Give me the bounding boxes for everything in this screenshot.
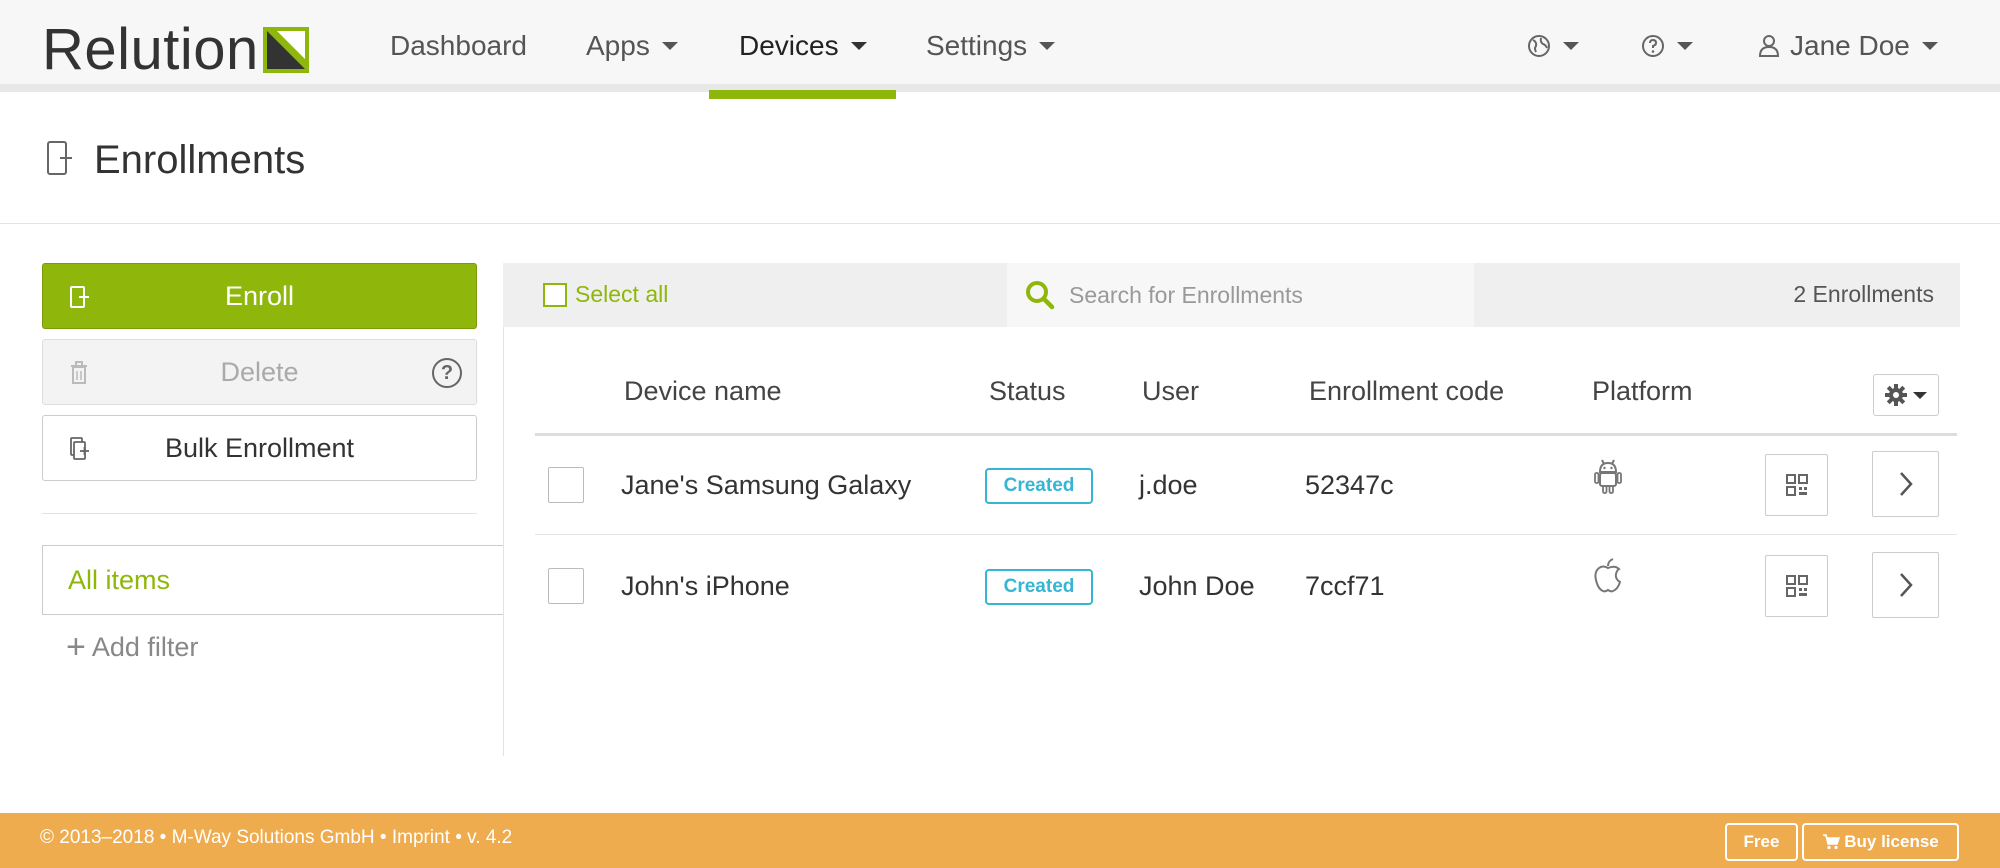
chevron-right-icon: [1899, 472, 1913, 496]
top-navbar: Relution Dashboard Apps Devices Settings: [0, 0, 2000, 92]
chevron-down-icon: [1677, 42, 1693, 50]
user-name: Jane Doe: [1790, 30, 1910, 61]
delete-button[interactable]: Delete ?: [42, 339, 477, 405]
nav-apps[interactable]: Apps: [586, 0, 678, 92]
buy-license-button[interactable]: Buy license: [1802, 823, 1959, 861]
filter-all-items-label: All items: [68, 564, 171, 595]
help-menu[interactable]: [1641, 0, 1693, 92]
enrollment-count: 2 Enrollments: [1793, 281, 1934, 307]
nav-dashboard[interactable]: Dashboard: [390, 0, 527, 92]
chevron-right-icon: [1899, 573, 1913, 597]
free-license-button[interactable]: Free: [1725, 823, 1798, 861]
footer: © 2013–2018 • M-Way Solutions GmbH • Imp…: [0, 813, 2000, 868]
add-filter-label: Add filter: [91, 631, 199, 662]
logo-text: Relution: [42, 17, 259, 82]
user-icon: [1758, 35, 1780, 57]
add-filter-button[interactable]: + Add filter: [66, 630, 198, 664]
globe-icon: [1528, 35, 1550, 57]
column-enrollment-code[interactable]: Enrollment code: [1309, 376, 1504, 407]
list-toolbar: Select all 2 Enrollments: [503, 263, 1960, 327]
apple-icon: [1594, 558, 1622, 593]
row-checkbox[interactable]: [548, 467, 584, 503]
enrollment-icon: [70, 286, 89, 308]
qr-code-icon: [1785, 575, 1808, 597]
enroll-label: Enroll: [224, 280, 295, 311]
row-divider: [535, 534, 1957, 535]
nav-devices-label: Devices: [739, 30, 839, 61]
select-all-checkbox[interactable]: Select all: [543, 281, 668, 308]
qr-code-button[interactable]: [1765, 555, 1828, 617]
sidebar-divider: [42, 513, 477, 514]
device-name[interactable]: John's iPhone: [621, 571, 790, 602]
status-badge: Created: [985, 468, 1093, 504]
help-icon: [1642, 35, 1664, 57]
delete-label: Delete: [220, 356, 299, 387]
gear-icon: [1885, 384, 1907, 406]
qr-code-icon: [1785, 474, 1808, 496]
chevron-down-icon: [1039, 42, 1056, 50]
content-divider: [503, 326, 504, 756]
column-status[interactable]: Status: [989, 376, 1066, 407]
cart-icon: [1823, 834, 1841, 850]
column-device-name[interactable]: Device name: [624, 376, 782, 407]
active-nav-indicator: [709, 90, 896, 99]
help-icon[interactable]: ?: [432, 358, 462, 388]
checkbox-icon: [543, 282, 567, 307]
bulk-enrollment-button[interactable]: Bulk Enrollment: [42, 415, 477, 481]
table-header-divider: [535, 433, 1957, 436]
chevron-down-icon: [850, 42, 867, 50]
chevron-down-icon: [1913, 391, 1927, 399]
enrollment-code: 7ccf71: [1305, 571, 1385, 601]
enrollment-icon: [47, 141, 72, 175]
trash-icon: [71, 361, 87, 384]
status-badge: Created: [985, 569, 1093, 605]
qr-code-button[interactable]: [1765, 454, 1828, 516]
language-menu[interactable]: [1527, 0, 1579, 92]
search-icon: [1026, 281, 1055, 310]
logo-mark-icon: [262, 27, 309, 73]
enroll-button[interactable]: Enroll: [42, 263, 477, 329]
free-label: Free: [1743, 832, 1780, 851]
column-platform[interactable]: Platform: [1592, 376, 1693, 407]
footer-copyright[interactable]: © 2013–2018 • M-Way Solutions GmbH • Imp…: [40, 827, 512, 849]
open-details-button[interactable]: [1872, 451, 1939, 517]
user-cell: j.doe: [1139, 470, 1198, 500]
filter-all-items[interactable]: All items: [42, 545, 504, 615]
column-settings-button[interactable]: [1873, 374, 1939, 416]
android-icon: [1594, 459, 1622, 494]
nav-apps-label: Apps: [586, 30, 650, 61]
bulk-enrollment-icon: [70, 437, 89, 460]
nav-devices[interactable]: Devices: [739, 0, 867, 92]
nav-settings[interactable]: Settings: [926, 0, 1056, 92]
user-cell: John Doe: [1139, 571, 1255, 601]
select-all-label: Select all: [575, 281, 669, 307]
user-menu[interactable]: Jane Doe: [1758, 0, 1938, 92]
chevron-down-icon: [1563, 42, 1579, 50]
relution-logo[interactable]: Relution: [42, 17, 309, 82]
device-name[interactable]: Jane's Samsung Galaxy: [621, 470, 911, 501]
nav-settings-label: Settings: [926, 30, 1028, 61]
row-checkbox[interactable]: [548, 568, 584, 604]
search-input[interactable]: [1069, 273, 1459, 317]
page-title: Enrollments: [94, 138, 306, 182]
buy-license-label: Buy license: [1844, 832, 1939, 851]
chevron-down-icon: [661, 42, 678, 50]
page-header: Enrollments: [0, 100, 2000, 224]
chevron-down-icon: [1921, 42, 1938, 50]
plus-icon: +: [66, 628, 86, 666]
enrollment-code: 52347c: [1305, 470, 1394, 500]
open-details-button[interactable]: [1872, 552, 1939, 618]
nav-dashboard-label: Dashboard: [390, 30, 527, 61]
column-user[interactable]: User: [1142, 376, 1199, 407]
bulk-enrollment-label: Bulk Enrollment: [164, 432, 355, 463]
search-box: [1007, 263, 1474, 327]
